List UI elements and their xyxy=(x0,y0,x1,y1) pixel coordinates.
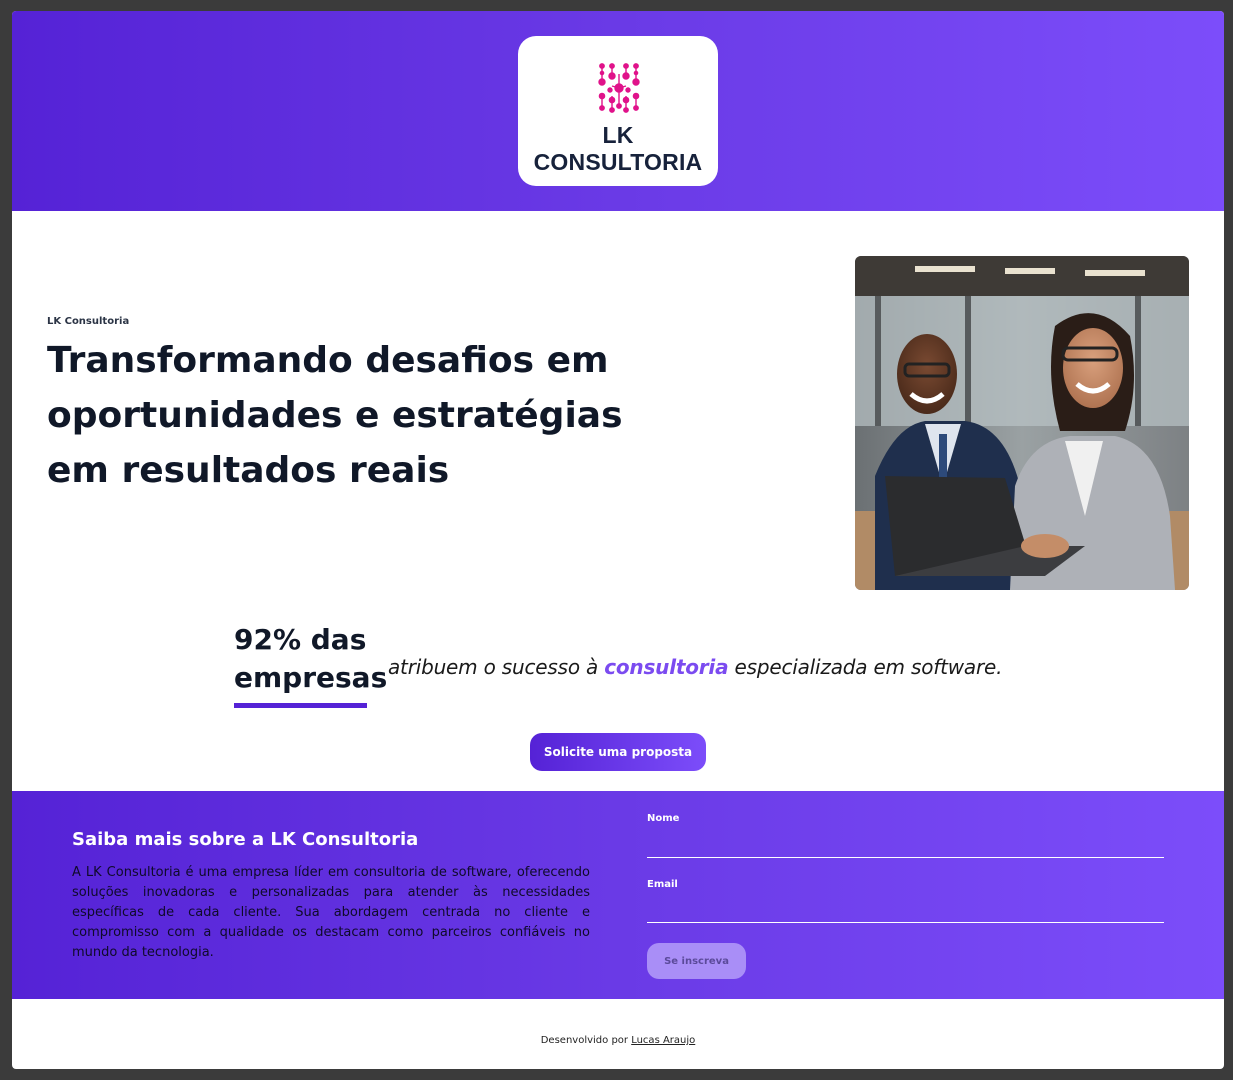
stat-value: 92% das empresas xyxy=(234,623,388,694)
stat-desc-before: atribuem o sucesso à xyxy=(388,655,605,679)
request-proposal-button[interactable]: Solicite uma proposta xyxy=(530,733,706,771)
name-label: Nome xyxy=(647,813,680,824)
credit-prefix: Desenvolvido por xyxy=(540,1035,632,1046)
logo-text: LK CONSULTORIA xyxy=(533,122,703,175)
business-people-laptop-photo xyxy=(855,256,1189,590)
stat-description: atribuem o sucesso à consultoria especia… xyxy=(388,655,1002,679)
author-link[interactable]: Lucas Araujo xyxy=(631,1035,695,1046)
circuit-dots-icon xyxy=(598,63,640,113)
header: LK CONSULTORIA xyxy=(12,11,1224,211)
email-field[interactable] xyxy=(647,898,1164,923)
about-text: A LK Consultoria é uma empresa líder em … xyxy=(72,865,590,960)
hero-headline: Transformando desafios em oportunidades … xyxy=(47,340,623,491)
stat-desc-after: especializada em software. xyxy=(728,655,1003,679)
stat-block: 92% das empresas xyxy=(234,621,388,708)
logo[interactable]: LK CONSULTORIA xyxy=(518,36,718,186)
page: LK CONSULTORIA LK Consultoria Transforma… xyxy=(12,11,1224,1069)
email-label: Email xyxy=(647,879,678,890)
eyebrow-label: LK Consultoria xyxy=(47,316,130,327)
subscribe-button[interactable]: Se inscreva xyxy=(647,943,746,979)
about-title: Saiba mais sobre a LK Consultoria xyxy=(72,829,419,850)
newsletter-section: Saiba mais sobre a LK Consultoria A LK C… xyxy=(12,791,1224,999)
footer-credit: Desenvolvido por Lucas Araujo xyxy=(12,1035,1224,1046)
name-field[interactable] xyxy=(647,833,1164,858)
stat-underline xyxy=(234,703,367,708)
stat-highlight: consultoria xyxy=(604,655,729,679)
